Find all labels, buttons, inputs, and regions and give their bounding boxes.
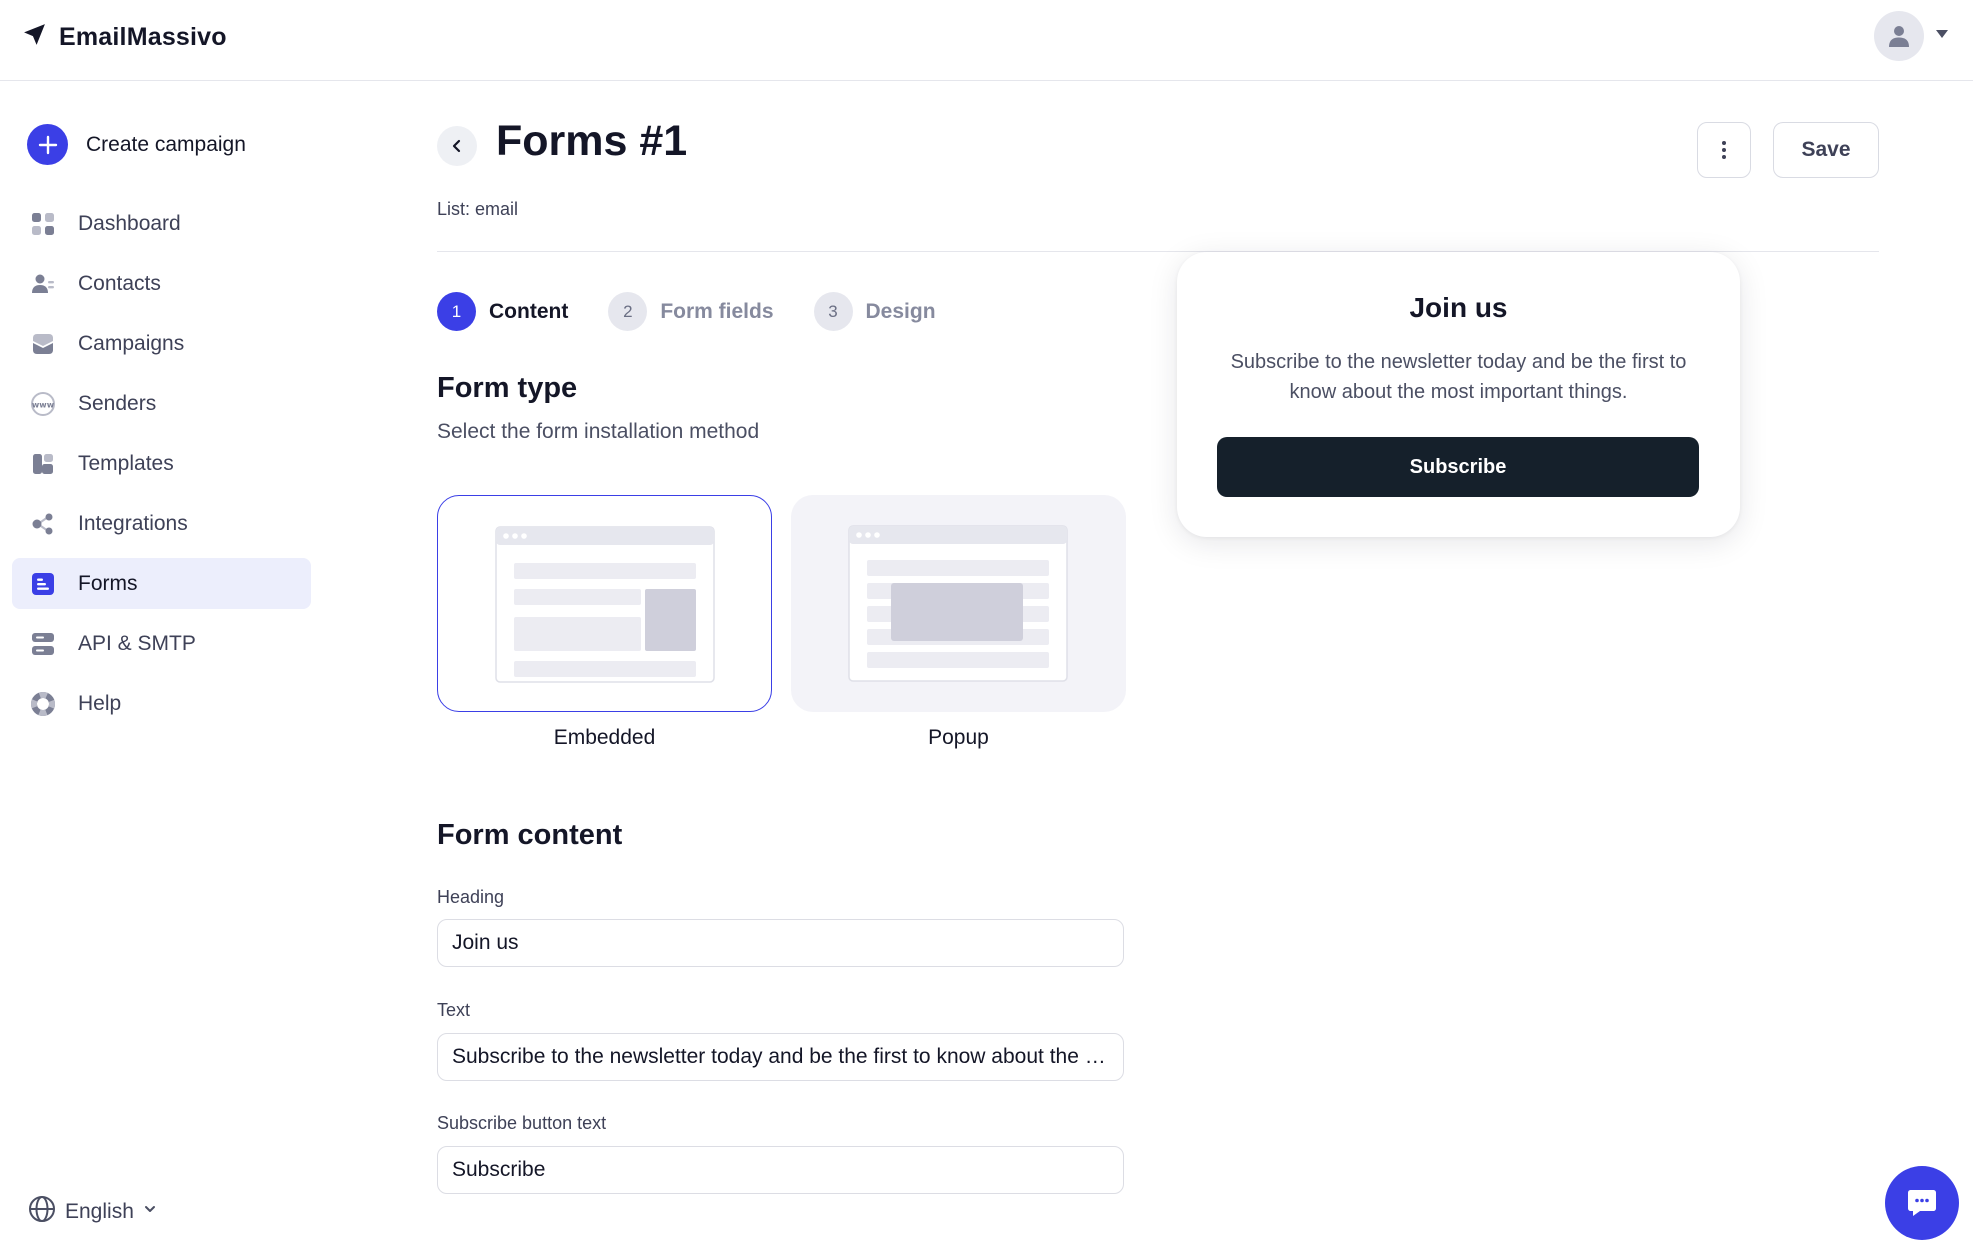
dashboard-icon [29,210,56,237]
user-icon [1889,26,1909,47]
forms-icon [29,570,56,597]
sidebar-item-forms[interactable]: Forms [12,558,311,609]
step-content[interactable]: 1 Content [437,292,568,331]
sidebar-item-label: Forms [78,571,138,595]
paper-plane-icon [22,22,47,52]
step-number: 2 [608,292,648,331]
heading-field-label: Heading [437,887,505,907]
form-type-subtitle: Select the form installation method [437,420,760,443]
step-design[interactable]: 3 Design [813,292,936,331]
templates-icon [29,450,56,477]
more-options-button[interactable] [1697,122,1751,178]
text-field-label: Text [437,1000,471,1020]
preview-text: Subscribe to the newsletter today and be… [1230,351,1687,403]
plus-icon [27,124,68,165]
contacts-icon [29,270,56,297]
sidebar-item-campaigns[interactable]: Campaigns [12,318,311,369]
step-number: 1 [437,292,476,331]
embedded-option[interactable] [437,495,772,712]
sidebar-item-dashboard[interactable]: Dashboard [12,198,311,249]
sidebar-item-label: Templates [78,451,174,475]
chat-button[interactable] [1885,1166,1959,1240]
help-icon [29,690,56,717]
step-number: 3 [813,292,853,331]
app-name: EmailMassivo [59,22,227,51]
popup-option[interactable] [791,495,1126,712]
chat-icon [1908,1190,1936,1216]
sidebar-item-label: Help [78,691,122,715]
globe-icon [28,1195,56,1228]
step-label: Form fields [660,299,774,323]
brand[interactable]: EmailMassivo [22,22,227,52]
sidebar-nav: Dashboard Contacts Campaigns www Senders… [12,198,311,738]
embedded-layout-illustration [495,526,715,683]
kebab-menu-icon [1722,141,1726,159]
step-label: Content [489,299,569,323]
page-title: Forms #1 [496,117,688,165]
step-label: Design [865,299,936,323]
sidebar-item-integrations[interactable]: Integrations [12,498,311,549]
text-input[interactable] [437,1033,1124,1081]
sidebar-item-label: Senders [78,391,157,415]
sidebar-item-templates[interactable]: Templates [12,438,311,489]
language-label: English [65,1199,134,1223]
campaigns-icon [29,330,56,357]
form-preview: Join us Subscribe to the newsletter toda… [1177,252,1740,537]
chevron-left-icon [452,139,461,153]
sidebar-item-label: Dashboard [78,211,181,235]
svg-text:www: www [31,400,54,409]
form-content-title: Form content [437,819,623,851]
step-form-fields[interactable]: 2 Form fields [608,292,774,331]
button-text-field-label: Subscribe button text [437,1113,607,1133]
sidebar-item-label: Contacts [78,271,161,295]
integrations-icon [29,510,56,537]
heading-input[interactable] [437,919,1124,967]
sidebar-item-label: Integrations [78,511,188,535]
stepper: 1 Content 2 Form fields 3 Design [437,292,976,331]
popup-layout-illustration [848,525,1068,682]
create-campaign-button[interactable]: Create campaign [27,124,246,165]
top-bar: EmailMassivo [0,0,1973,81]
sidebar-item-api-smtp[interactable]: API & SMTP [12,618,311,669]
senders-icon: www [29,390,56,417]
sidebar-item-label: Campaigns [78,331,185,355]
sidebar-item-contacts[interactable]: Contacts [12,258,311,309]
api-icon [29,630,56,657]
avatar[interactable] [1874,11,1924,61]
form-type-title: Form type [437,372,578,404]
button-text-input[interactable] [437,1146,1124,1194]
embedded-label: Embedded [553,726,656,749]
preview-subscribe-button[interactable]: Subscribe [1217,437,1699,497]
sidebar-item-help[interactable]: Help [12,678,311,729]
save-button[interactable]: Save [1773,122,1879,178]
language-selector[interactable]: English [28,1195,157,1228]
popup-label: Popup [928,726,989,749]
list-label: List: email [437,199,519,219]
chevron-down-icon[interactable] [1936,30,1948,38]
sidebar-item-label: API & SMTP [78,631,196,655]
create-campaign-label: Create campaign [86,132,246,156]
preview-heading: Join us [1409,292,1508,323]
chevron-down-icon [143,1202,157,1221]
back-button[interactable] [437,126,477,166]
sidebar-item-senders[interactable]: www Senders [12,378,311,429]
